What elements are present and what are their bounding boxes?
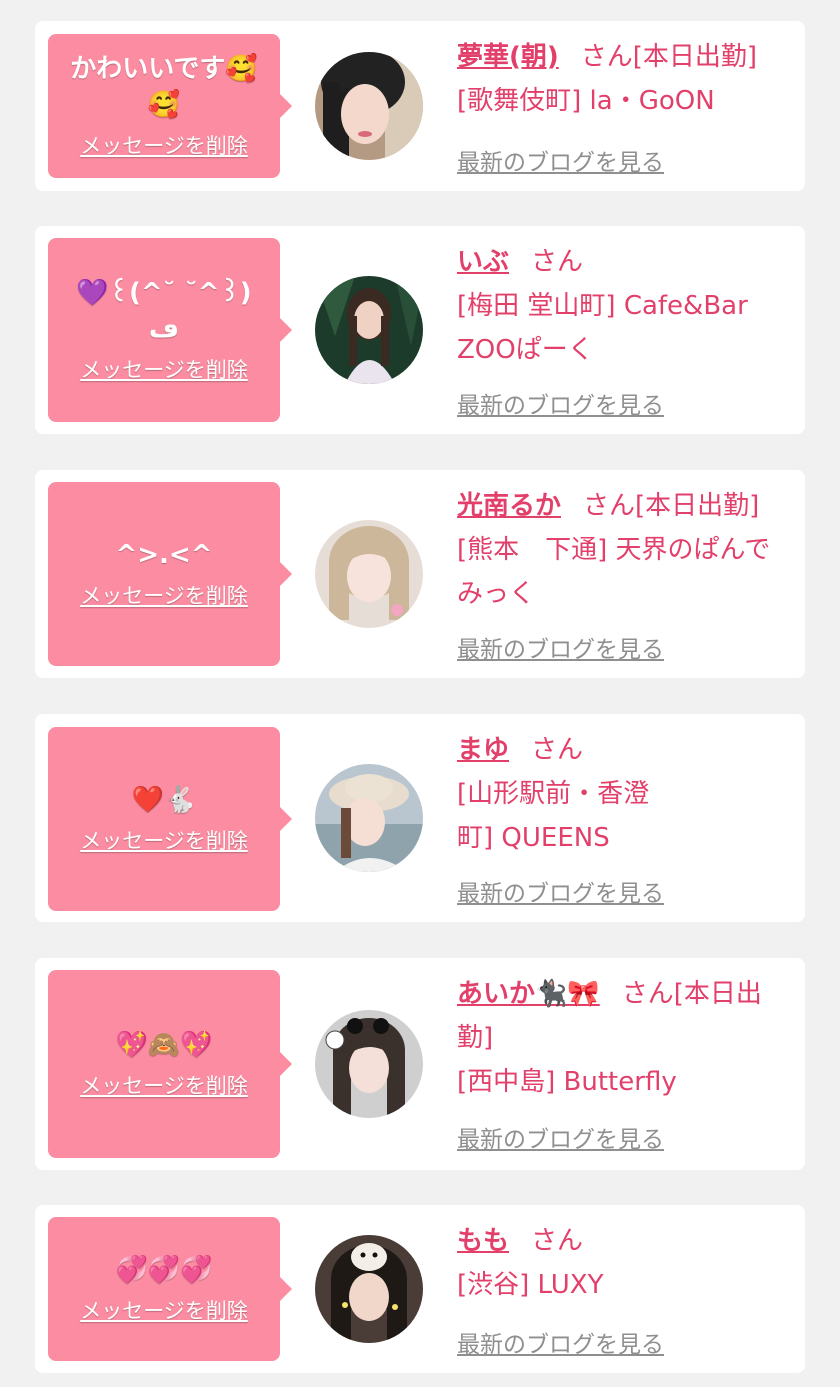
message-card: 💖🙈💖 メッセージを削除 あいか🐈‍⬛🎀 さん[本日出勤] [西中島] Butte… [35,958,805,1170]
avatar[interactable] [315,276,423,384]
message-text: 💞💞💞 [115,1255,213,1285]
message-bubble: かわいいです🥰🥰 メッセージを削除 [48,34,292,178]
message-bubble: ❤️🐇 メッセージを削除 [48,727,292,911]
girl-info: いぶ さん [梅田 堂山町] Cafe&Bar ZOOぱーく [457,240,789,372]
delete-message-link[interactable]: メッセージを削除 [80,355,248,385]
store-name: [梅田 堂山町] Cafe&Bar ZOOぱーく [457,291,748,365]
delete-message-link[interactable]: メッセージを削除 [80,826,248,856]
girl-name-link[interactable]: 夢華(朝) [457,42,559,72]
store-name: [熊本 下通] 天界のぱんでみっく [457,535,771,609]
avatar[interactable] [315,1010,423,1118]
delete-message-link[interactable]: メッセージを削除 [80,581,248,611]
girl-name-link[interactable]: もも [457,1226,509,1256]
girl-status: さん [531,1226,584,1256]
message-card: 💞💞💞 メッセージを削除 もも さん [渋谷] LUXY 最新のブログを見る [35,1205,805,1373]
view-blog-link[interactable]: 最新のブログを見る [457,1325,664,1359]
message-card: 💜꒰(^˘ ˘^꒱)ڡ メッセージを削除 いぶ さん [梅田 堂山町] Cafe&… [35,226,805,434]
girl-info: まゆ さん [山形駅前・香澄町] QUEENS [457,728,789,860]
girl-status: さん [531,247,584,277]
message-text: 💖🙈💖 [115,1030,213,1060]
girl-name-link[interactable]: あいか🐈‍⬛🎀 [457,979,600,1009]
girl-status: さん[本日出勤] [583,491,760,521]
delete-message-link[interactable]: メッセージを削除 [80,1296,248,1326]
girl-status: さん[本日出勤] [580,42,758,72]
avatar[interactable] [315,764,423,872]
message-bubble: 💜꒰(^˘ ˘^꒱)ڡ メッセージを削除 [48,238,292,422]
message-card: かわいいです🥰🥰 メッセージを削除 夢華(朝) さん[本日出勤] [歌舞伎町] l… [35,21,805,191]
message-list: かわいいです🥰🥰 メッセージを削除 夢華(朝) さん[本日出勤] [歌舞伎町] l… [0,0,840,1387]
view-blog-link[interactable]: 最新のブログを見る [457,1120,664,1154]
girl-info: 夢華(朝) さん[本日出勤] [歌舞伎町] la・GoON [457,35,789,123]
avatar[interactable] [315,52,423,160]
avatar[interactable] [315,520,423,628]
view-blog-link[interactable]: 最新のブログを見る [457,630,664,664]
avatar[interactable] [315,1235,423,1343]
message-bubble: 💖🙈💖 メッセージを削除 [48,970,292,1158]
girl-status: さん [531,735,584,765]
delete-message-link[interactable]: メッセージを削除 [80,1071,248,1101]
girl-name-link[interactable]: 光南るか [457,491,561,521]
girl-info: 光南るか さん[本日出勤] [熊本 下通] 天界のぱんでみっく [457,484,789,616]
store-name: [山形駅前・香澄町] QUEENS [457,779,650,853]
message-text: ^>.<^ [115,540,213,570]
store-name: [渋谷] LUXY [457,1270,604,1300]
message-text: かわいいです🥰🥰 [70,54,258,120]
store-name: [西中島] Butterfly [457,1067,677,1097]
girl-name-link[interactable]: いぶ [457,247,509,277]
view-blog-link[interactable]: 最新のブログを見る [457,874,664,908]
message-bubble: 💞💞💞 メッセージを削除 [48,1217,292,1361]
view-blog-link[interactable]: 最新のブログを見る [457,143,664,177]
girl-info: もも さん [渋谷] LUXY [457,1219,789,1307]
message-card: ❤️🐇 メッセージを削除 まゆ さん [山形駅前・香澄町] QUEENS 最新のブ… [35,714,805,922]
message-text: ❤️🐇 [131,785,197,815]
view-blog-link[interactable]: 最新のブログを見る [457,386,664,420]
girl-info: あいか🐈‍⬛🎀 さん[本日出勤] [西中島] Butterfly [457,972,789,1104]
girl-name-link[interactable]: まゆ [457,735,509,765]
message-text: 💜꒰(^˘ ˘^꒱)ڡ [76,278,252,344]
message-bubble: ^>.<^ メッセージを削除 [48,482,292,666]
message-card: ^>.<^ メッセージを削除 光南るか さん[本日出勤] [熊本 下通] 天界のぱ… [35,470,805,678]
delete-message-link[interactable]: メッセージを削除 [80,131,248,161]
store-name: [歌舞伎町] la・GoON [457,86,715,116]
